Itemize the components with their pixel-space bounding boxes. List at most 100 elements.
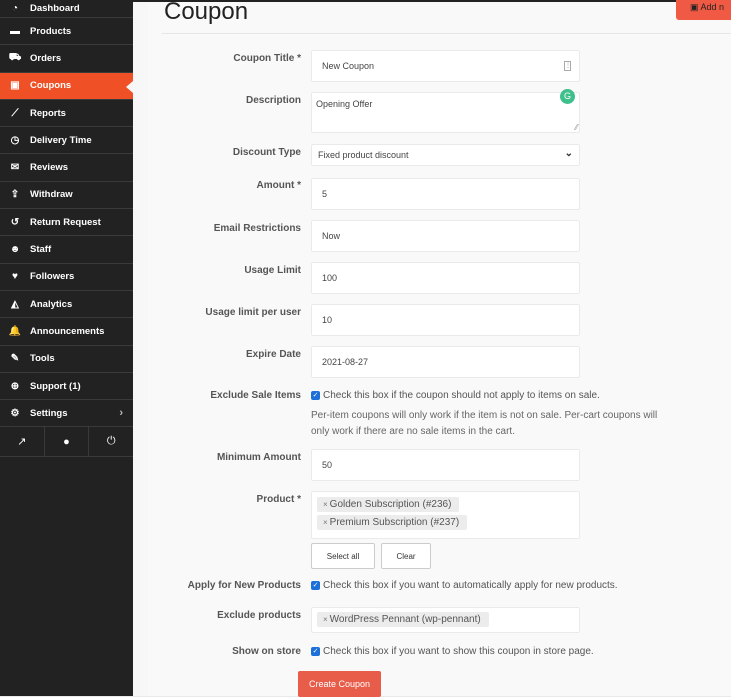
minimum-amount-label: Minimum Amount: [216, 452, 301, 463]
remove-tag-icon[interactable]: ×: [323, 615, 328, 624]
discount-type-select[interactable]: Fixed product discount ⌄: [311, 144, 580, 166]
expire-date-label: Expire Date: [245, 349, 301, 360]
resize-handle-icon[interactable]: ⁄⁄: [575, 123, 578, 132]
sidebar-bottom-bar: ↗ ● ⏻: [0, 427, 133, 458]
sidebar-item-withdraw[interactable]: ⇪ Withdraw: [0, 182, 133, 210]
sidebar-item-label: Reviews: [30, 162, 69, 174]
remove-tag-icon[interactable]: ×: [323, 518, 328, 527]
sidebar-item-label: Return Request: [30, 216, 101, 228]
external-link-icon[interactable]: ↗: [0, 427, 45, 457]
gift-icon: ▣: [690, 2, 699, 12]
select-all-button[interactable]: Select all: [311, 543, 375, 569]
clock-icon: ◷: [10, 134, 20, 146]
exclude-sale-items-checkbox-row: ✓ Check this box if the coupon should no…: [311, 390, 600, 401]
sidebar-item-products[interactable]: ▬ Products: [0, 18, 133, 46]
wrench-icon: ✎: [10, 353, 20, 365]
chevron-right-icon: ›: [119, 407, 123, 420]
sidebar-item-announcements[interactable]: 🔔 Announcements: [0, 318, 133, 346]
sidebar-item-staff[interactable]: ☻ Staff: [0, 236, 133, 264]
show-on-store-label: Show on store: [232, 646, 301, 657]
exclude-sale-items-label: Exclude Sale Items: [210, 390, 301, 401]
discount-type-label: Discount Type: [232, 147, 301, 158]
sidebar-item-label: Staff: [30, 244, 52, 256]
minimum-amount-input[interactable]: 50: [311, 449, 580, 481]
sidebar-item-label: Withdraw: [30, 189, 73, 201]
comments-icon: ✉: [10, 162, 20, 174]
usage-limit-label: Usage Limit: [244, 265, 301, 276]
description-textarea[interactable]: Opening Offer G ⁄⁄: [311, 89, 580, 133]
sidebar-item-followers[interactable]: ♥ Followers: [0, 264, 133, 291]
usage-limit-per-user-label: Usage limit per user: [205, 307, 301, 318]
product-tag[interactable]: × Golden Subscription (#236): [317, 497, 460, 512]
email-restrictions-label: Email Restrictions: [213, 223, 301, 234]
sidebar-item-tools[interactable]: ✎ Tools: [0, 346, 133, 373]
sidebar-item-label: Coupons: [30, 80, 72, 92]
bell-icon: 🔔: [8, 325, 22, 337]
sidebar-item-label: Analytics: [30, 298, 73, 310]
logout-power-icon[interactable]: ⏻: [89, 427, 133, 456]
usage-limit-input[interactable]: 100: [311, 262, 580, 294]
apply-new-products-label: Apply for New Products: [187, 580, 301, 591]
grammarly-icon[interactable]: G: [560, 89, 575, 104]
sidebar-item-reports[interactable]: ⟋ Reports: [0, 100, 133, 128]
sidebar-item-label: Dashboard: [30, 3, 80, 14]
chevron-down-icon: ⌄: [564, 148, 573, 159]
excluded-product-tag[interactable]: × WordPress Pennant (wp-pennant): [317, 612, 489, 627]
sidebar-item-reviews[interactable]: ✉ Reviews: [0, 154, 133, 182]
area-chart-icon: ◭: [11, 298, 19, 310]
show-on-store-checkbox[interactable]: ✓: [311, 647, 320, 656]
description-label: Description: [245, 95, 301, 106]
sidebar-item-settings[interactable]: ⚙ Settings ›: [0, 400, 133, 428]
sidebar-item-label: Tools: [30, 353, 55, 365]
amount-input[interactable]: 5: [311, 178, 580, 210]
sidebar-item-label: Delivery Time: [30, 134, 92, 146]
sidebar-item-return-request[interactable]: ↺ Return Request: [0, 209, 133, 237]
main-content: Coupon ▣ Add n Coupon Title * New Coupon…: [133, 0, 731, 697]
sidebar-item-label: Products: [30, 25, 72, 37]
clear-button[interactable]: Clear: [381, 543, 431, 569]
life-ring-icon: ⊕: [10, 380, 20, 392]
upload-icon: ⇪: [10, 189, 20, 201]
sidebar-item-label: Settings: [30, 407, 68, 419]
exclude-sale-items-checkbox[interactable]: ✓: [311, 391, 320, 400]
gift-icon: ▣: [10, 80, 20, 92]
product-label: Product *: [256, 494, 301, 505]
exclude-products-multiselect[interactable]: × WordPress Pennant (wp-pennant): [311, 607, 580, 633]
undo-icon: ↺: [10, 216, 20, 228]
sidebar-item-delivery-time[interactable]: ◷ Delivery Time: [0, 127, 133, 155]
sidebar-item-label: Reports: [30, 107, 66, 119]
sidebar-item-support-1[interactable]: ⊕ Support (1): [0, 373, 133, 401]
page-title: Coupon: [164, 0, 249, 25]
cart-icon: ⛟: [8, 51, 22, 63]
line-chart-icon: ⟋: [11, 107, 19, 119]
coupon-title-label: Coupon Title *: [233, 53, 301, 64]
sidebar-item-coupons[interactable]: ▣ Coupons: [0, 72, 133, 100]
users-icon: ☻: [9, 244, 21, 256]
create-coupon-button[interactable]: Create Coupon: [298, 671, 381, 697]
email-restrictions-input[interactable]: Now: [311, 220, 580, 252]
usage-limit-per-user-input[interactable]: 10: [311, 304, 580, 336]
add-new-coupon-button[interactable]: ▣ Add n: [676, 0, 731, 20]
remove-tag-icon[interactable]: ×: [323, 500, 328, 509]
title-divider: [162, 33, 731, 34]
sidebar-item-label: Announcements: [30, 325, 105, 337]
product-multiselect[interactable]: × Golden Subscription (#236) × Premium Sub…: [311, 491, 580, 539]
user-profile-icon[interactable]: ●: [45, 427, 90, 457]
password-manager-icon[interactable]: ⋮: [564, 61, 571, 71]
show-on-store-row: ✓ Check this box if you want to show thi…: [311, 646, 594, 657]
apply-new-products-row: ✓ Check this box if you want to automati…: [311, 580, 618, 591]
sidebar-item-orders[interactable]: ⛟ Orders: [0, 45, 133, 73]
gear-icon: ⚙: [10, 407, 20, 419]
sidebar-item-dashboard[interactable]: ◔ Dashboard: [0, 0, 133, 18]
sidebar-item-analytics[interactable]: ◭ Analytics: [0, 291, 133, 319]
amount-label: Amount *: [256, 180, 301, 191]
briefcase-icon: ▬: [10, 25, 20, 37]
coupon-title-input[interactable]: New Coupon ⋮: [311, 50, 580, 82]
exclude-sale-items-help: Per-item coupons will only work if the i…: [311, 410, 658, 437]
product-tag[interactable]: × Premium Subscription (#237): [317, 515, 468, 530]
expire-date-input[interactable]: 2021-08-27: [311, 346, 580, 378]
apply-new-products-checkbox[interactable]: ✓: [311, 581, 320, 590]
sidebar-item-label: Support (1): [30, 380, 81, 392]
dashboard-icon: ◔: [11, 3, 19, 14]
exclude-products-label: Exclude products: [217, 610, 301, 621]
